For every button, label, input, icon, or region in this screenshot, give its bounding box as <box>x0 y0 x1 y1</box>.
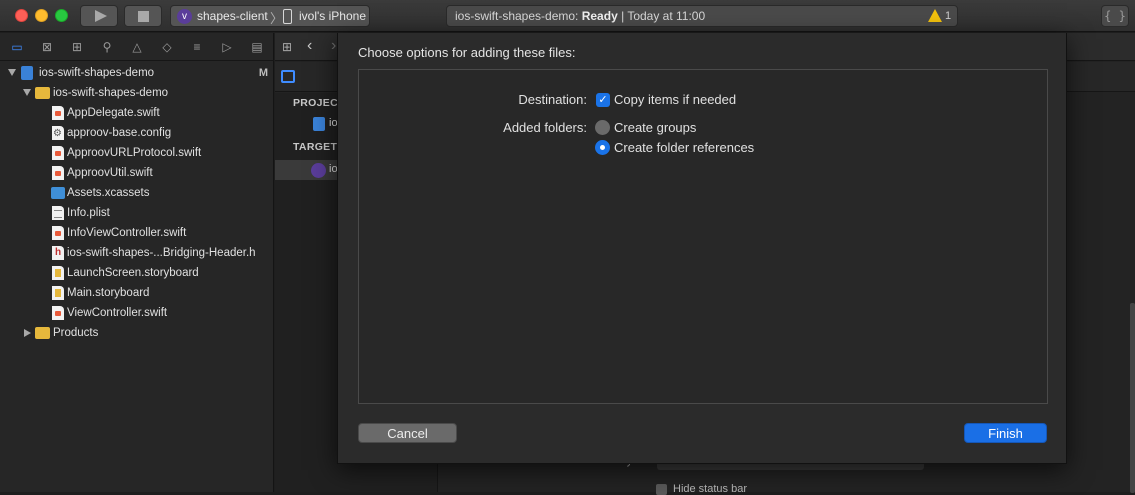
close-window-button[interactable] <box>15 9 28 22</box>
swift-file-icon <box>52 106 64 120</box>
tree-row-group[interactable]: Products <box>0 323 274 343</box>
app-target-icon <box>311 163 326 178</box>
navigator-selector-bar: ▭ ⊠ ⊞ ⚲ △ ◇ ≡ ▷ ▤ <box>0 33 274 61</box>
disclosure-open-icon[interactable] <box>23 89 31 96</box>
storyboard-file-icon <box>52 266 64 280</box>
related-items-icon[interactable]: ⊞ <box>282 41 294 53</box>
warning-count[interactable]: 1 <box>945 10 951 22</box>
tree-row-file[interactable]: Info.plist <box>0 203 274 223</box>
swift-file-icon <box>52 226 64 240</box>
tree-row-file[interactable]: ApproovURLProtocol.swift <box>0 143 274 163</box>
storyboard-file-icon <box>52 286 64 300</box>
minimize-window-button[interactable] <box>35 9 48 22</box>
tree-row-project[interactable]: ios-swift-shapes-demo M <box>0 63 274 83</box>
tree-row-label: ApproovURLProtocol.swift <box>67 147 202 159</box>
tree-row-label: InfoViewController.swift <box>67 227 187 239</box>
tree-row-group[interactable]: ios-swift-shapes-demo <box>0 83 274 103</box>
add-files-options-sheet: Choose options for adding these files: D… <box>337 33 1067 464</box>
project-navigator: ▭ ⊠ ⊞ ⚲ △ ◇ ≡ ▷ ▤ ios-swift-shapes-demo … <box>0 33 274 492</box>
tree-row-label: ApproovUtil.swift <box>67 167 153 179</box>
disclosure-closed-icon[interactable] <box>24 329 31 337</box>
tree-row-file[interactable]: LaunchScreen.storyboard <box>0 263 274 283</box>
debug-icon[interactable]: ≡ <box>189 40 205 54</box>
tree-row-file[interactable]: h ios-swift-shapes-...Bridging-Header.h <box>0 243 274 263</box>
report-icon[interactable]: ▤ <box>249 40 265 54</box>
create-groups-radio[interactable] <box>595 120 610 135</box>
tree-row-file[interactable]: Main.storyboard <box>0 283 274 303</box>
tree-row-file[interactable]: Assets.xcassets <box>0 183 274 203</box>
app-target-icon: v <box>177 9 192 24</box>
folder-icon[interactable]: ▭ <box>9 40 25 54</box>
symbol-icon[interactable]: ⊞ <box>69 40 85 54</box>
tree-row-label: Assets.xcassets <box>67 187 150 199</box>
scheme-name: shapes-client <box>197 9 268 23</box>
scheme-selector[interactable]: v shapes-client 〉 ivol's iPhone <box>170 5 370 27</box>
activity-viewer: ios-swift-shapes-demo: Ready | Today at … <box>446 5 958 27</box>
modified-badge: M <box>258 67 268 79</box>
sidebar-toggle-icon[interactable] <box>281 70 295 83</box>
tree-row-label: ios-swift-shapes-demo <box>53 87 169 99</box>
tree-row-label: AppDelegate.swift <box>67 107 160 119</box>
tree-row-label: Main.storyboard <box>67 287 150 299</box>
tree-row-file[interactable]: InfoViewController.swift <box>0 223 274 243</box>
hide-status-bar-checkbox[interactable] <box>656 484 667 495</box>
config-file-icon <box>52 124 64 144</box>
disclosure-open-icon[interactable] <box>8 69 16 76</box>
copy-items-label[interactable]: Copy items if needed <box>614 92 736 107</box>
asset-catalog-icon <box>51 187 65 199</box>
create-folder-references-radio[interactable] <box>595 140 610 155</box>
activity-status-text: ios-swift-shapes-demo: Ready | Today at … <box>455 9 706 23</box>
scrollbar[interactable] <box>1130 303 1135 493</box>
play-icon <box>95 10 107 22</box>
checkmark-icon: ✓ <box>598 94 608 106</box>
finish-button[interactable]: Finish <box>964 423 1047 443</box>
cancel-button[interactable]: Cancel <box>358 423 457 443</box>
iphone-icon <box>283 9 292 24</box>
tree-row-file[interactable]: ViewController.swift <box>0 303 274 323</box>
issue-icon[interactable]: △ <box>129 40 145 54</box>
tree-row-label: ios-swift-shapes-...Bridging-Header.h <box>67 247 256 259</box>
source-control-icon[interactable]: ⊠ <box>39 40 55 54</box>
tree-row-file[interactable]: ApproovUtil.swift <box>0 163 274 183</box>
tree-row-file[interactable]: AppDelegate.swift <box>0 103 274 123</box>
stop-icon <box>138 11 149 22</box>
chevron-right-icon: 〉 <box>270 11 284 26</box>
run-button[interactable] <box>80 5 118 27</box>
xcode-project-icon <box>21 66 33 80</box>
tree-row-label: Info.plist <box>67 207 110 219</box>
xcode-project-icon <box>313 117 325 131</box>
device-name[interactable]: ivol's iPhone <box>299 9 366 23</box>
create-folder-references-label[interactable]: Create folder references <box>614 140 754 155</box>
swift-file-icon <box>52 146 64 160</box>
search-icon[interactable]: ⚲ <box>99 40 115 54</box>
swift-file-icon <box>52 166 64 180</box>
zoom-window-button[interactable] <box>55 9 68 22</box>
tree-row-label: ViewController.swift <box>67 307 168 319</box>
tree-row-label: approov-base.config <box>67 127 172 139</box>
tree-row-label: LaunchScreen.storyboard <box>67 267 199 279</box>
stop-button[interactable] <box>124 5 162 27</box>
header-file-icon: h <box>52 246 64 260</box>
warning-icon[interactable] <box>928 9 942 22</box>
tree-row-label: Products <box>53 327 99 339</box>
breakpoint-icon[interactable]: ▷ <box>219 40 235 54</box>
copy-items-checkbox[interactable]: ✓ <box>596 93 610 107</box>
tree-row-label: ios-swift-shapes-demo <box>39 67 155 79</box>
sheet-title: Choose options for adding these files: <box>358 45 576 60</box>
added-folders-label: Added folders: <box>503 120 587 135</box>
plist-file-icon <box>52 206 64 220</box>
tree-row-file[interactable]: approov-base.config <box>0 123 274 144</box>
create-groups-label[interactable]: Create groups <box>614 120 696 135</box>
folder-icon <box>35 327 50 339</box>
folder-icon <box>35 87 50 99</box>
library-button[interactable]: { } <box>1101 5 1129 27</box>
options-panel: Destination: ✓ Copy items if needed Adde… <box>358 69 1048 404</box>
swift-file-icon <box>52 306 64 320</box>
destination-label: Destination: <box>518 92 587 107</box>
window-toolbar: v shapes-client 〉 ivol's iPhone ios-swif… <box>0 0 1135 32</box>
forward-arrow-icon[interactable]: › <box>331 37 336 55</box>
test-icon[interactable]: ◇ <box>159 40 175 54</box>
back-arrow-icon[interactable]: ‹ <box>307 37 312 55</box>
hide-status-bar-label: Hide status bar <box>673 483 747 495</box>
